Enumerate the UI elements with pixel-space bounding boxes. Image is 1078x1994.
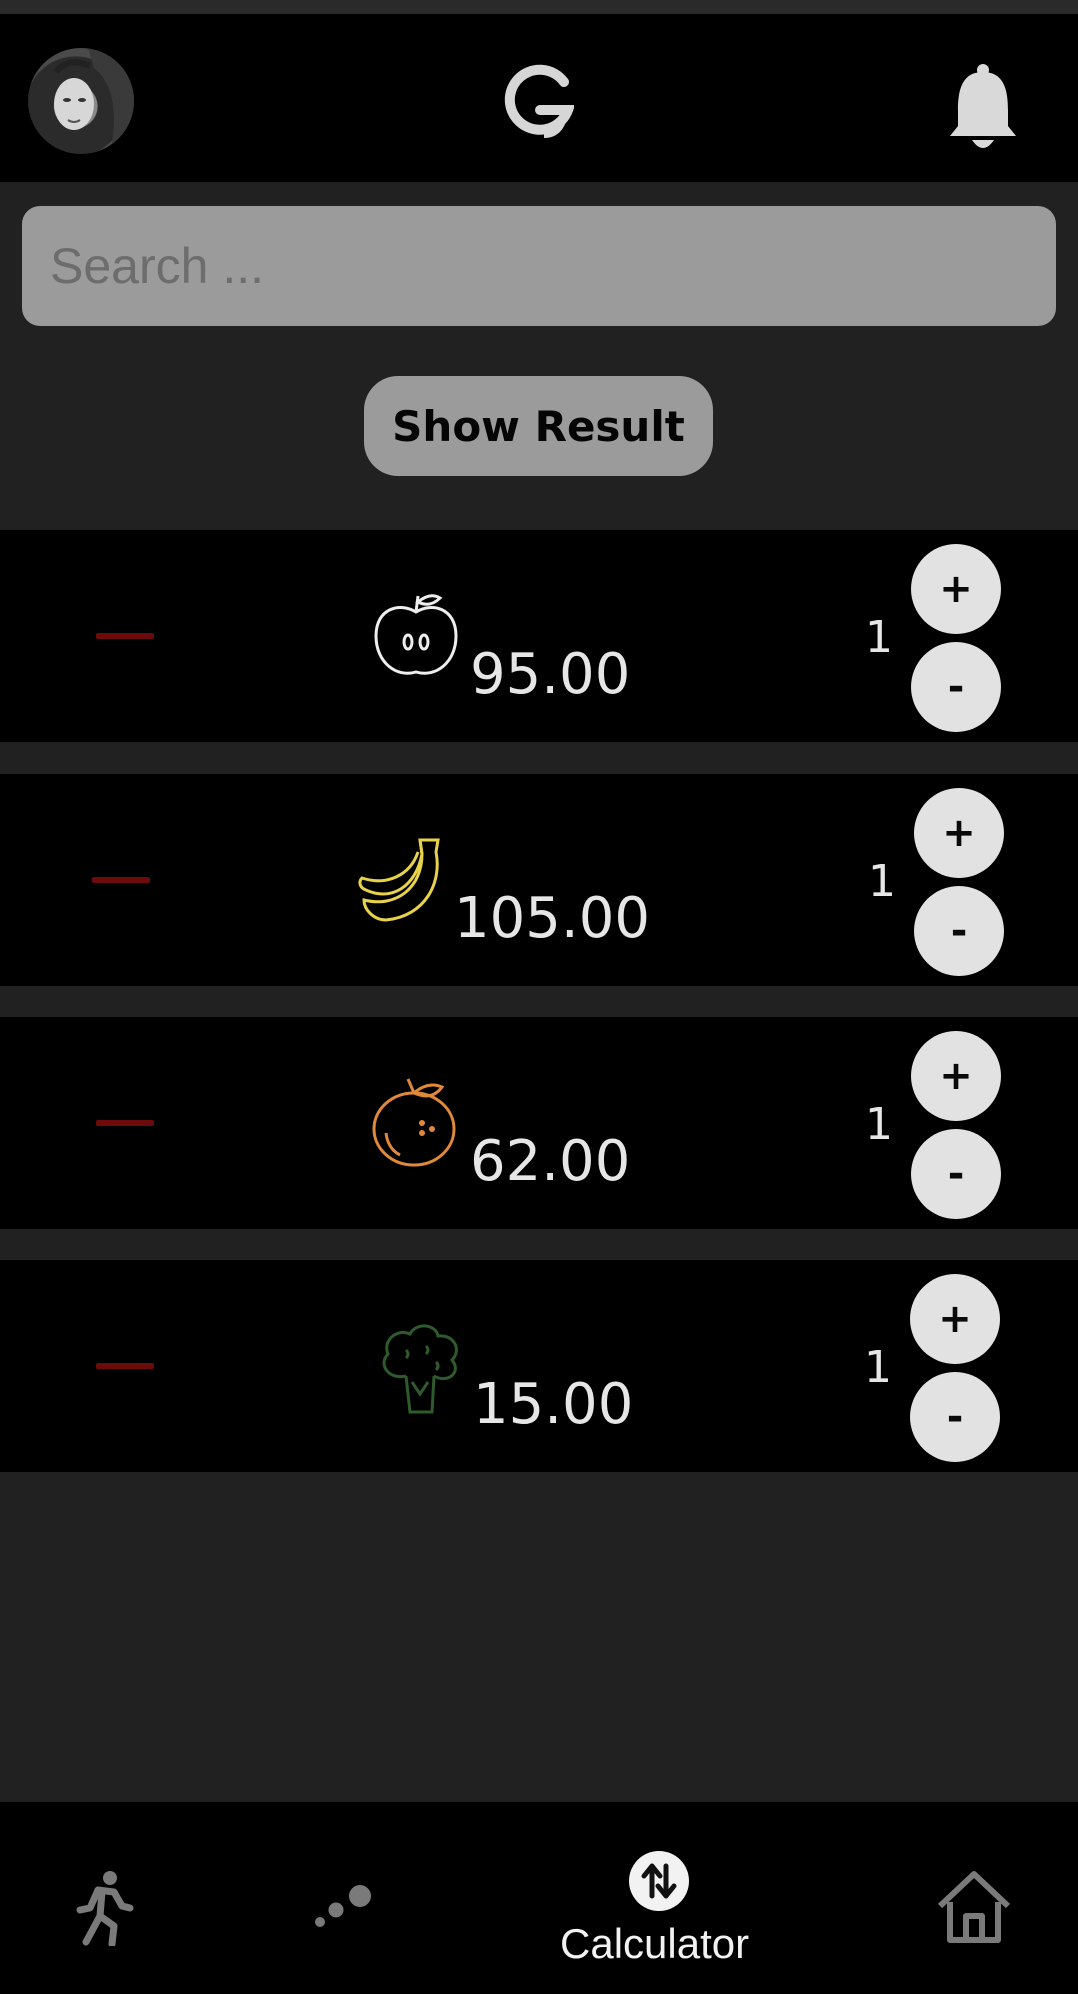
remove-item-button[interactable] [96, 1363, 154, 1369]
search-input[interactable] [48, 236, 1056, 296]
item-price: 105.00 [454, 886, 650, 951]
app-bar [0, 14, 1078, 182]
remove-item-button[interactable] [92, 877, 150, 883]
broccoli-icon [382, 1324, 458, 1414]
bottom-navigation [0, 1802, 1078, 1994]
orange-icon [372, 1078, 456, 1167]
running-icon[interactable] [72, 1870, 134, 1946]
dots-icon[interactable] [314, 1882, 374, 1928]
item-quantity: 1 [864, 1342, 892, 1393]
avatar-portrait [53, 48, 134, 154]
list-item: 62.00 1 + - [0, 1017, 1078, 1229]
decrement-button[interactable]: - [911, 1129, 1001, 1219]
search-bar[interactable] [22, 206, 1056, 326]
avatar[interactable] [28, 48, 134, 154]
increment-button[interactable]: + [914, 788, 1004, 878]
item-price: 15.00 [473, 1372, 634, 1437]
apple-icon [374, 594, 458, 675]
status-bar [0, 0, 1078, 14]
banana-icon [358, 838, 440, 922]
decrement-button[interactable]: - [911, 642, 1001, 732]
item-price: 95.00 [470, 642, 631, 707]
increment-button[interactable]: + [911, 544, 1001, 634]
increment-button[interactable]: + [911, 1031, 1001, 1121]
show-result-button[interactable]: Show Result [364, 376, 713, 476]
item-quantity: 1 [865, 1099, 893, 1150]
g-logo-icon [504, 64, 574, 138]
nav-label-calculator[interactable]: Calculator [560, 1920, 749, 1968]
item-price: 62.00 [470, 1129, 631, 1194]
swap-vertical-icon[interactable] [628, 1850, 690, 1912]
home-icon[interactable] [936, 1870, 1012, 1944]
decrement-button[interactable]: - [910, 1372, 1000, 1462]
list-item: 105.00 1 + - [0, 774, 1078, 986]
decrement-button[interactable]: - [914, 886, 1004, 976]
item-quantity: 1 [868, 856, 896, 907]
remove-item-button[interactable] [96, 633, 154, 639]
increment-button[interactable]: + [910, 1274, 1000, 1364]
list-item: 95.00 1 + - [0, 530, 1078, 742]
list-item: 15.00 1 + - [0, 1260, 1078, 1472]
remove-item-button[interactable] [96, 1120, 154, 1126]
item-quantity: 1 [865, 612, 893, 663]
bell-icon[interactable] [948, 60, 1018, 156]
